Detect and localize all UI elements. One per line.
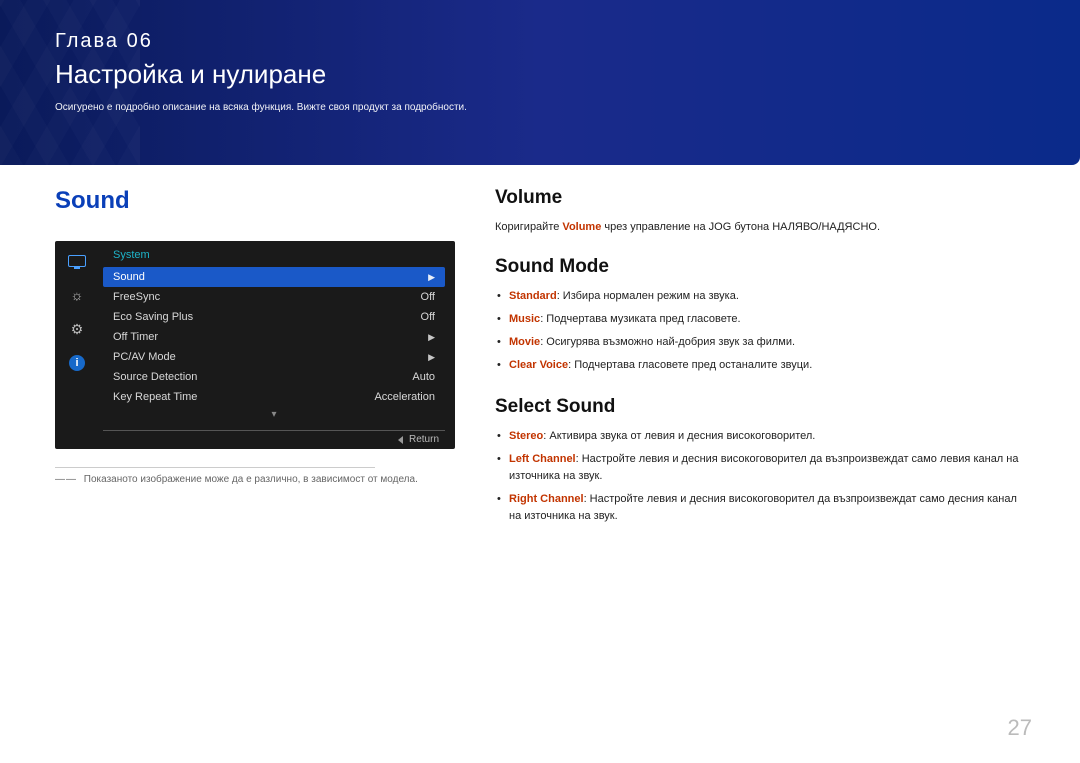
osd-row[interactable]: Off Timer ▶	[103, 327, 445, 347]
heading-volume: Volume	[495, 187, 1025, 209]
list-item: Movie: Осигурява възможно най-добрия зву…	[497, 334, 1025, 351]
highlight-term: Left Channel	[509, 453, 576, 465]
list-item-text: : Избира нормален режим на звука.	[557, 290, 739, 302]
heading-select-sound: Select Sound	[495, 396, 1025, 418]
left-column: Sound ☼ ⚙ i System Sound▶FreeSyncOffEco …	[55, 187, 455, 547]
list-item-text: : Активира звука от левия и десния висок…	[543, 430, 815, 442]
osd-title: System	[103, 245, 445, 267]
info-icon: i	[66, 353, 88, 373]
text: чрез управление на JOG бутона НАЛЯВО/НАД…	[601, 221, 880, 233]
highlight-term: Standard	[509, 290, 557, 302]
highlight-term: Right Channel	[509, 493, 584, 505]
highlight-term: Music	[509, 313, 540, 325]
monitor-icon	[66, 251, 88, 271]
osd-row-value: Acceleration	[374, 391, 435, 403]
highlight-volume: Volume	[562, 221, 601, 233]
osd-row-label: FreeSync	[113, 291, 160, 303]
list-item-text: : Настройте левия и десния високоговорит…	[509, 493, 1017, 522]
list-item: Stereo: Активира звука от левия и десния…	[497, 428, 1025, 445]
footnote: ―― Показаното изображение може да е разл…	[55, 474, 455, 485]
osd-row[interactable]: Source Detection Auto	[103, 367, 445, 387]
osd-row[interactable]: Sound ▶	[103, 267, 445, 287]
chapter-banner: Глава 06 Настройка и нулиране Осигурено …	[0, 0, 1080, 165]
osd-row-label: Source Detection	[113, 371, 197, 383]
list-item-text: : Подчертава музиката пред гласовете.	[540, 313, 740, 325]
list-item-text: : Осигурява възможно най-добрия звук за …	[540, 336, 795, 348]
chapter-title: Настройка и нулиране	[55, 59, 1080, 90]
list-item: Right Channel: Настройте левия и десния …	[497, 491, 1025, 525]
sound-mode-list: Standard: Избира нормален режим на звука…	[495, 288, 1025, 374]
chapter-subtitle: Осигурено е подробно описание на всяка ф…	[55, 102, 1080, 113]
page-number: 27	[1008, 715, 1032, 741]
select-sound-list: Stereo: Активира звука от левия и десния…	[495, 428, 1025, 525]
text: Коригирайте	[495, 221, 562, 233]
list-item: Standard: Избира нормален режим на звука…	[497, 288, 1025, 305]
osd-row-value: ▶	[428, 272, 435, 283]
right-column: Volume Коригирайте Volume чрез управлени…	[495, 187, 1025, 547]
heading-sound-mode: Sound Mode	[495, 256, 1025, 278]
osd-row[interactable]: PC/AV Mode ▶	[103, 347, 445, 367]
brightness-icon: ☼	[66, 285, 88, 305]
osd-row-value: Off	[421, 311, 435, 323]
gear-icon: ⚙	[66, 319, 88, 339]
osd-row-value: Auto	[412, 371, 435, 383]
osd-row[interactable]: FreeSync Off	[103, 287, 445, 307]
footnote-text: Показаното изображение може да е различн…	[84, 474, 418, 485]
list-item: Music: Подчертава музиката пред гласовет…	[497, 311, 1025, 328]
return-label: Return	[409, 434, 439, 445]
return-icon	[398, 436, 403, 444]
scroll-down-icon: ▾	[103, 407, 445, 420]
list-item: Left Channel: Настройте левия и десния в…	[497, 451, 1025, 485]
osd-footer: Return	[103, 430, 445, 449]
osd-row-label: Sound	[113, 271, 145, 283]
osd-row[interactable]: Key Repeat Time Acceleration	[103, 387, 445, 407]
osd-menu: ☼ ⚙ i System Sound▶FreeSyncOffEco Saving…	[55, 241, 455, 449]
highlight-term: Clear Voice	[509, 359, 568, 371]
footnote-divider	[55, 467, 375, 468]
osd-sidebar: ☼ ⚙ i	[55, 241, 99, 426]
osd-row-label: Eco Saving Plus	[113, 311, 193, 323]
osd-row-value: ▶	[428, 352, 435, 363]
osd-row[interactable]: Eco Saving Plus Off	[103, 307, 445, 327]
volume-description: Коригирайте Volume чрез управление на JO…	[495, 219, 1025, 236]
list-item: Clear Voice: Подчертава гласовете пред о…	[497, 357, 1025, 374]
highlight-term: Stereo	[509, 430, 543, 442]
chapter-label: Глава 06	[55, 30, 1080, 53]
osd-row-value: ▶	[428, 332, 435, 343]
highlight-term: Movie	[509, 336, 540, 348]
list-item-text: : Настройте левия и десния високоговорит…	[509, 453, 1018, 482]
osd-row-label: PC/AV Mode	[113, 351, 176, 363]
footnote-dash: ――	[55, 474, 77, 485]
osd-row-label: Off Timer	[113, 331, 158, 343]
osd-row-value: Off	[421, 291, 435, 303]
section-heading-sound: Sound	[55, 187, 455, 215]
list-item-text: : Подчертава гласовете пред останалите з…	[568, 359, 812, 371]
osd-row-label: Key Repeat Time	[113, 391, 197, 403]
